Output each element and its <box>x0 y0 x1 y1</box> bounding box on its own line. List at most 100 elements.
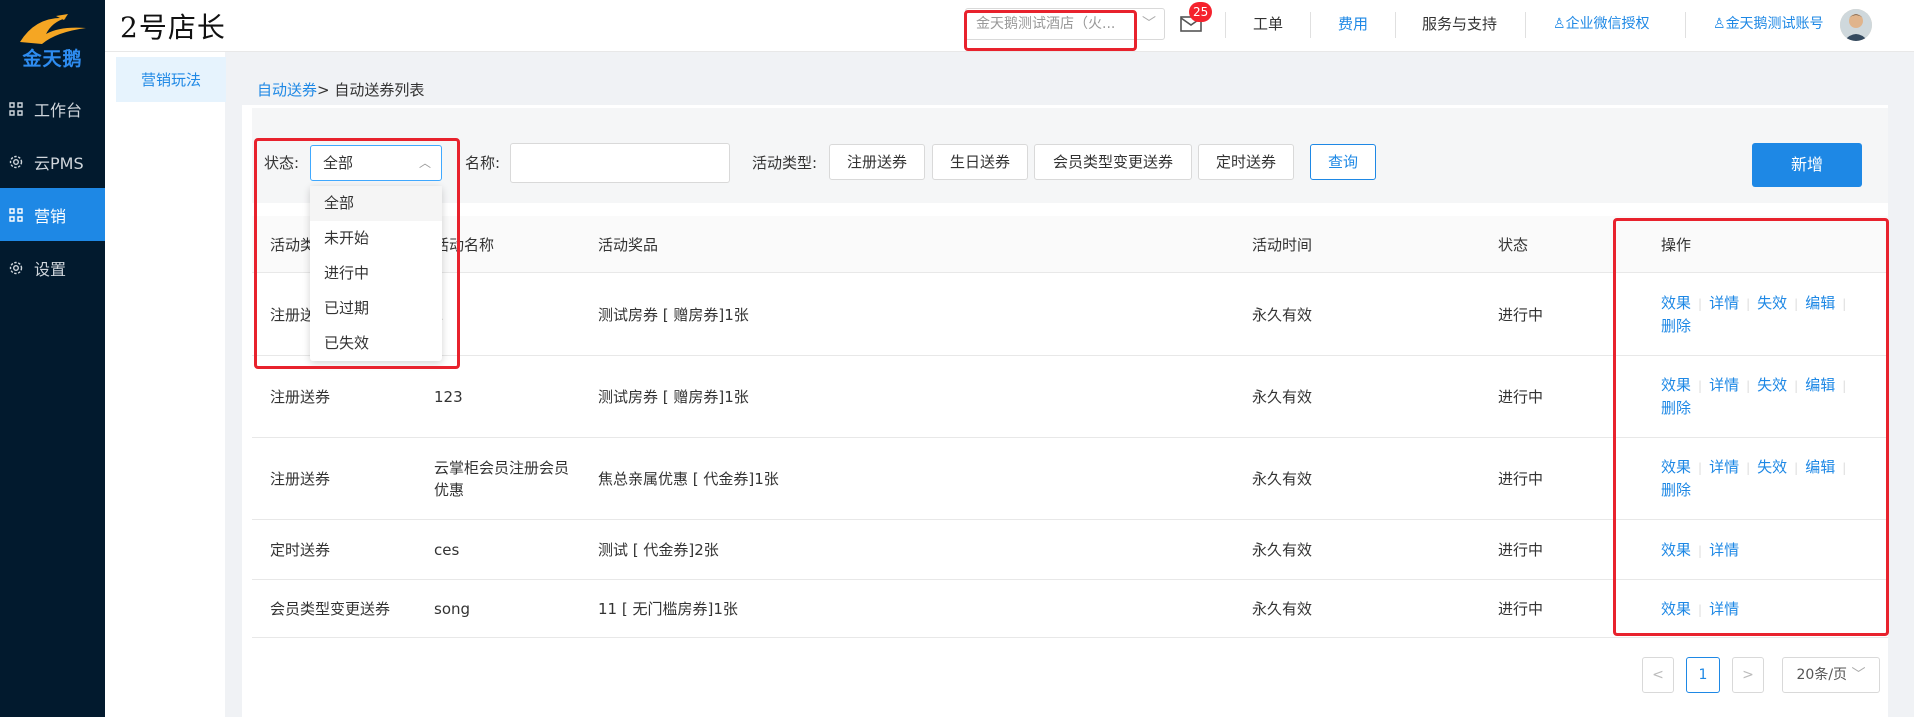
op-link-0[interactable]: 效果 <box>1661 376 1691 394</box>
grid-icon <box>8 207 24 223</box>
col-activity-prize: 活动奖品 <box>598 236 659 254</box>
cell-status: 进行中 <box>1498 541 1544 559</box>
status-option-1[interactable]: 未开始 <box>310 221 442 256</box>
nav-fees[interactable]: 费用 <box>1338 0 1368 52</box>
cell-activity-name: 云掌柜会员注册会员优惠 <box>434 459 570 499</box>
op-link-0[interactable]: 效果 <box>1661 541 1691 559</box>
sidebar-item-2[interactable]: 营销 <box>0 188 105 241</box>
op-link-0[interactable]: 效果 <box>1661 458 1691 476</box>
row-operations: 效果 | 详情 <box>1661 539 1871 562</box>
sidebar-item-1[interactable]: 云PMS <box>0 135 105 188</box>
chevron-down-icon: ﹀ <box>1142 16 1156 32</box>
op-link-0[interactable]: 效果 <box>1661 600 1691 618</box>
status-select[interactable]: 全部 ︿ <box>310 145 442 181</box>
prev-page-button[interactable]: < <box>1642 657 1674 693</box>
user-icon: ♙ <box>1713 16 1726 32</box>
avatar[interactable] <box>1840 9 1872 41</box>
status-dropdown: 全部 未开始 进行中 已过期 已失效 <box>310 186 442 361</box>
page-size-select[interactable]: 20条/页 ﹀ <box>1782 657 1880 693</box>
nav-service-support[interactable]: 服务与支持 <box>1422 0 1497 52</box>
page-size-value: 20条/页 <box>1796 667 1848 683</box>
hotel-select-value: 金天鹅测试酒店（火... <box>976 16 1116 32</box>
col-operations: 操作 <box>1661 236 1692 254</box>
sidebar-item-label: 云PMS <box>34 153 84 173</box>
op-link-3[interactable]: 编辑 <box>1805 458 1835 476</box>
row-operations: 效果 | 详情 <box>1661 598 1871 621</box>
chevron-up-icon: ︿ <box>418 156 431 170</box>
op-separator: | <box>1746 379 1751 393</box>
op-link-4[interactable]: 删除 <box>1661 399 1691 417</box>
cell-status: 进行中 <box>1498 388 1544 406</box>
op-link-3[interactable]: 编辑 <box>1805 294 1835 312</box>
op-link-1[interactable]: 详情 <box>1709 600 1739 618</box>
sidebar-item-3[interactable]: 设置 <box>0 241 105 294</box>
cell-activity-prize: 测试 [ 代金券]2张 <box>598 541 719 559</box>
divider <box>1685 12 1686 38</box>
table-header <box>252 216 1888 273</box>
op-link-1[interactable]: 详情 <box>1709 376 1739 394</box>
cell-activity-time: 永久有效 <box>1252 306 1313 324</box>
nav-wechat-auth[interactable]: ♙企业微信授权 <box>1553 0 1650 52</box>
subnav-item-marketing-play[interactable]: 营销玩法 <box>116 57 226 102</box>
nav-account[interactable]: ♙金天鹅测试账号 <box>1713 0 1824 52</box>
status-option-2[interactable]: 进行中 <box>310 256 442 291</box>
op-link-0[interactable]: 效果 <box>1661 294 1691 312</box>
col-activity-time: 活动时间 <box>1252 236 1313 254</box>
nav-wechat-auth-label: 企业微信授权 <box>1565 16 1650 32</box>
page-1-button[interactable]: 1 <box>1686 657 1720 693</box>
hotel-select[interactable]: 金天鹅测试酒店（火... ﹀ <box>965 8 1165 40</box>
swan-logo-icon <box>19 13 86 44</box>
breadcrumb: 自动送券> 自动送券列表 <box>257 79 424 100</box>
cell-activity-type: 会员类型变更送券 <box>270 600 391 618</box>
cell-activity-prize: 11 [ 无门槛房券]1张 <box>598 600 738 618</box>
add-button[interactable]: 新增 <box>1752 143 1862 187</box>
op-link-1[interactable]: 详情 <box>1709 294 1739 312</box>
breadcrumb-auto-coupon-link[interactable]: 自动送券 <box>257 81 317 99</box>
op-link-2[interactable]: 失效 <box>1757 458 1787 476</box>
cell-activity-name: 1 <box>434 304 569 326</box>
gear-icon <box>8 154 24 170</box>
type-member-change-button[interactable]: 会员类型变更送券 <box>1034 144 1192 180</box>
main-sidebar: 金天鹅 工作台云PMS 营销设置 <box>0 0 105 717</box>
nav-account-label: 金天鹅测试账号 <box>1725 16 1824 32</box>
nav-work-order[interactable]: 工单 <box>1253 0 1283 52</box>
op-link-2[interactable]: 失效 <box>1757 376 1787 394</box>
status-option-0[interactable]: 全部 <box>310 186 442 221</box>
sidebar-item-label: 工作台 <box>34 100 83 120</box>
type-birthday-button[interactable]: 生日送券 <box>932 144 1028 180</box>
query-button[interactable]: 查询 <box>1310 144 1376 180</box>
op-link-1[interactable]: 详情 <box>1709 458 1739 476</box>
cell-activity-type: 定时送券 <box>270 541 331 559</box>
logo-text: 金天鹅 <box>22 47 83 70</box>
name-label: 名称: <box>465 154 501 172</box>
op-separator: | <box>1842 297 1847 311</box>
top-bar: 2号店长 金天鹅测试酒店（火... ﹀ 25 工单 费用 服务与支持 ♙企业微信… <box>105 0 1914 52</box>
cell-activity-time: 永久有效 <box>1252 470 1313 488</box>
op-link-4[interactable]: 删除 <box>1661 317 1691 335</box>
cell-activity-time: 永久有效 <box>1252 600 1313 618</box>
user-icon: ♙ <box>1553 16 1566 32</box>
status-option-4[interactable]: 已失效 <box>310 326 442 361</box>
cell-activity-type: 注册送券 <box>270 470 331 488</box>
next-page-button[interactable]: > <box>1732 657 1764 693</box>
sidebar-item-label: 设置 <box>34 259 67 279</box>
op-separator: | <box>1842 379 1847 393</box>
type-register-button[interactable]: 注册送券 <box>829 144 925 180</box>
divider <box>1310 12 1311 38</box>
op-separator: | <box>1746 461 1751 475</box>
sidebar-item-0[interactable]: 工作台 <box>0 82 105 135</box>
brand-title: 2号店长 <box>120 11 226 44</box>
cell-activity-time: 永久有效 <box>1252 388 1313 406</box>
op-separator: | <box>1794 379 1799 393</box>
op-link-3[interactable]: 编辑 <box>1805 376 1835 394</box>
op-link-2[interactable]: 失效 <box>1757 294 1787 312</box>
cell-activity-name: 123 <box>434 388 463 406</box>
op-link-1[interactable]: 详情 <box>1709 541 1739 559</box>
chevron-down-icon: ﹀ <box>1851 667 1866 683</box>
type-scheduled-button[interactable]: 定时送券 <box>1198 144 1294 180</box>
status-option-3[interactable]: 已过期 <box>310 291 442 326</box>
op-link-4[interactable]: 删除 <box>1661 481 1691 499</box>
cell-activity-type: 注册送券 <box>270 388 331 406</box>
logo: 金天鹅 <box>0 0 105 82</box>
name-input[interactable] <box>510 143 730 183</box>
